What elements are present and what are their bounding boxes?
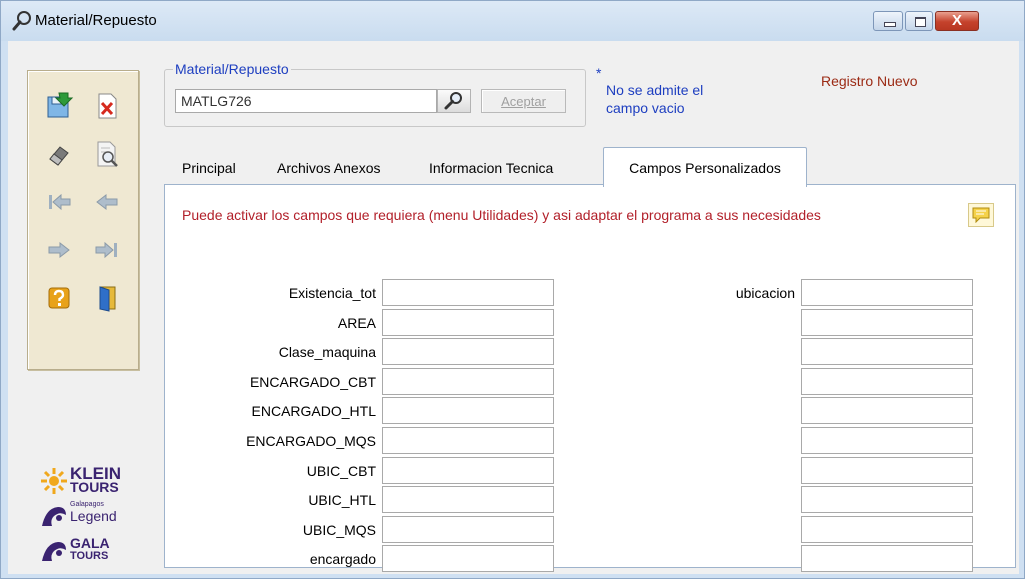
field-label: Existencia_tot: [288, 285, 376, 301]
minimize-button[interactable]: [873, 11, 903, 31]
last-record-icon: [95, 241, 117, 259]
help-button[interactable]: [42, 281, 76, 315]
field-label: UBIC_HTL: [308, 492, 376, 508]
gala-tours-logo: GALA TOURS: [34, 536, 144, 566]
custom-field-input[interactable]: [382, 338, 554, 365]
tab-strip: Principal Archivos Anexos Informacion Te…: [166, 147, 1025, 187]
galapagos-legend-logo: Galapagos Legend: [34, 501, 144, 531]
klein-tours-logo: KLEIN TOURS: [34, 465, 144, 496]
preview-icon: [97, 141, 118, 167]
company-logos: KLEIN TOURS Galapagos Legend GALA TOURS: [34, 465, 144, 568]
note-icon: [972, 207, 990, 223]
record-status: Registro Nuevo: [821, 73, 918, 89]
title-bar[interactable]: Material/Repuesto X: [1, 1, 1024, 41]
tab-principal[interactable]: Principal: [182, 160, 236, 176]
help-icon: [48, 287, 70, 309]
search-icon: [444, 92, 462, 110]
required-asterisk: *: [596, 65, 602, 81]
field-label: ubicacion: [735, 285, 795, 301]
accept-button[interactable]: Aceptar: [481, 89, 566, 113]
custom-field-input[interactable]: [382, 397, 554, 424]
field-label: AREA: [337, 315, 376, 331]
lookup-button[interactable]: [437, 89, 471, 113]
custom-field-input[interactable]: [801, 486, 973, 513]
preview-button[interactable]: [90, 137, 124, 171]
save-button[interactable]: [42, 89, 76, 123]
custom-field-input[interactable]: [801, 309, 973, 336]
field-label: UBIC_MQS: [302, 522, 376, 538]
record-toolbar: [27, 70, 139, 370]
next-record-icon: [48, 241, 70, 259]
logo-text: Legend: [70, 508, 117, 524]
custom-field-input[interactable]: [801, 397, 973, 424]
material-code-input[interactable]: [175, 89, 437, 113]
previous-record-button[interactable]: [90, 185, 124, 219]
next-record-button[interactable]: [42, 233, 76, 267]
tab-informacion-tecnica[interactable]: Informacion Tecnica: [429, 160, 553, 176]
previous-record-icon: [96, 193, 118, 211]
logo-text: TOURS: [70, 479, 119, 495]
field-label: Clase_maquina: [278, 344, 376, 360]
maximize-button[interactable]: [905, 11, 933, 31]
custom-fields-panel: Puede activar los campos que requiera (m…: [164, 184, 1016, 572]
cancel-icon: [98, 93, 117, 119]
custom-field-input[interactable]: [801, 427, 973, 454]
custom-field-input[interactable]: [382, 279, 554, 306]
eraser-icon: [49, 146, 69, 166]
logo-text: GALA: [70, 535, 110, 551]
custom-field-input[interactable]: [801, 457, 973, 484]
exit-button[interactable]: [90, 281, 124, 315]
field-label: encargado: [309, 551, 376, 567]
custom-field-input[interactable]: [801, 279, 973, 306]
first-record-button[interactable]: [42, 185, 76, 219]
custom-field-input[interactable]: [382, 309, 554, 336]
info-message: Puede activar los campos que requiera (m…: [182, 207, 821, 223]
custom-field-input[interactable]: [382, 486, 554, 513]
custom-field-input[interactable]: [382, 545, 554, 572]
close-button[interactable]: X: [935, 11, 979, 31]
material-group: Material/Repuesto Aceptar: [164, 61, 586, 127]
custom-field-input[interactable]: [801, 516, 973, 543]
custom-field-input[interactable]: [801, 368, 973, 395]
custom-field-input[interactable]: [801, 338, 973, 365]
custom-field-input[interactable]: [382, 457, 554, 484]
custom-field-input[interactable]: [801, 545, 973, 572]
window-client-area: KLEIN TOURS Galapagos Legend GALA TOURS …: [8, 41, 1019, 574]
field-label: ENCARGADO_CBT: [249, 374, 376, 390]
required-note: No se admite el campo vacio: [606, 82, 704, 116]
close-icon: X: [951, 12, 962, 29]
erase-button[interactable]: [42, 137, 76, 171]
last-record-button[interactable]: [90, 233, 124, 267]
exit-icon: [99, 286, 116, 312]
sun-icon: [41, 468, 67, 494]
first-record-icon: [49, 193, 71, 211]
tab-archivos-anexos[interactable]: Archivos Anexos: [277, 160, 381, 176]
field-label: ENCARGADO_MQS: [246, 433, 376, 449]
application-window: Material/Repuesto X KLEIN TOURS Galapago…: [0, 0, 1025, 579]
logo-text: TOURS: [70, 550, 109, 562]
material-legend: Material/Repuesto: [173, 61, 291, 77]
magnifier-icon: [12, 11, 31, 31]
field-label: UBIC_CBT: [306, 463, 376, 479]
note-button[interactable]: [968, 203, 994, 227]
custom-field-input[interactable]: [382, 516, 554, 543]
window-title: Material/Repuesto: [35, 12, 157, 29]
save-icon: [47, 92, 74, 118]
custom-field-input[interactable]: [382, 368, 554, 395]
wave-icon: [42, 542, 66, 561]
wave-icon: [42, 507, 66, 526]
tab-campos-personalizados[interactable]: Campos Personalizados: [603, 147, 807, 187]
custom-field-input[interactable]: [382, 427, 554, 454]
cancel-button[interactable]: [90, 89, 124, 123]
field-label: ENCARGADO_HTL: [251, 403, 376, 419]
